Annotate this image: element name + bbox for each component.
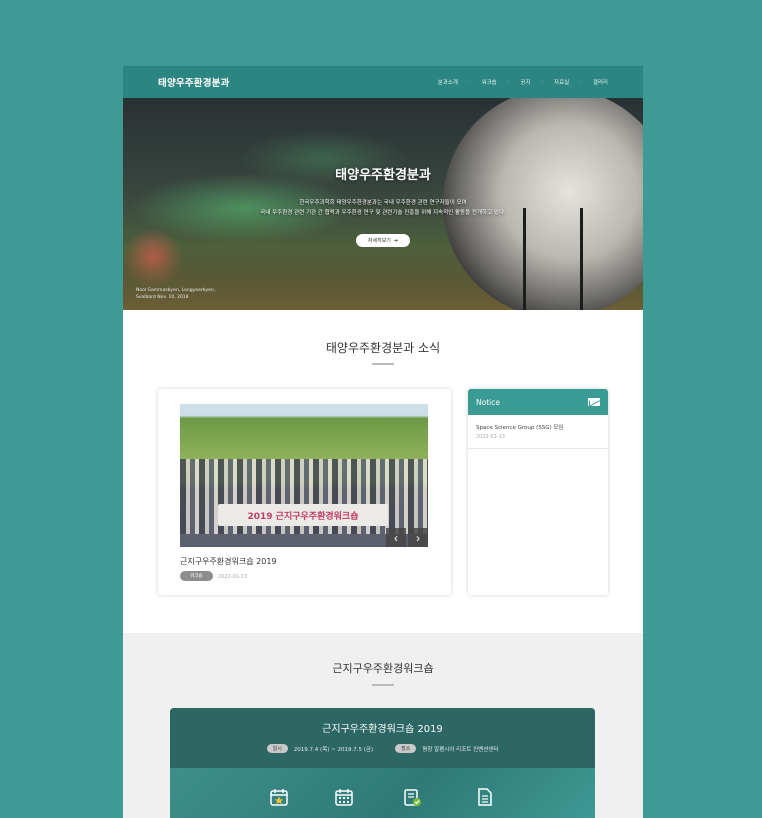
calendar-grid-icon[interactable] [334,787,354,807]
news-date: 2022-01-13 [218,574,248,580]
notice-header: Notice [468,389,608,415]
prev-slide-button[interactable]: ‹ [386,528,406,547]
nav-item-workshop[interactable]: 워크숍 [482,78,497,86]
top-bar: 태양우주환경분과 분과소개 · 워크숍 · 공지 · 자료실 · 갤러리 [123,66,643,98]
page: 태양우주환경분과 분과소개 · 워크숍 · 공지 · 자료실 · 갤러리 태양우… [123,66,643,818]
hero-description: 한국우주과학회 태양우주환경분과는 국내 우주환경 관련 연구자들이 모여 국내… [260,200,506,216]
photo-banner: 2019 근지구우주환경워크숍 [218,504,388,526]
workshop-section: 근지구우주환경워크숍 근지구우주환경워크숍 2019 일시 2019.7.4 (… [123,633,643,818]
news-item-title[interactable]: 근지구우주환경워크숍 2019 [180,556,277,567]
nav-item-about[interactable]: 분과소개 [438,78,458,86]
workshop-info: 일시 2019.7.4 (목) ~ 2019.7.5 (금) 장소 평창 알펜시… [170,744,595,753]
nav-item-gallery[interactable]: 갤러리 [593,78,608,86]
checklist-icon[interactable] [402,787,422,807]
workshop-card: 근지구우주환경워크숍 2019 일시 2019.7.4 (목) ~ 2019.7… [170,708,595,818]
title-underline [372,684,394,686]
place-label: 장소 [395,744,417,753]
news-card[interactable]: 2019 근지구우주환경워크숍 ‹ › 근지구우주환경워크숍 2019 워크숍 … [158,389,451,595]
category-tag: 워크숍 [180,571,213,581]
date-label: 일시 [266,744,288,753]
nav-item-notice[interactable]: 공지 [520,78,530,86]
mail-icon[interactable] [588,398,600,406]
document-icon[interactable] [475,787,495,807]
hero-title: 태양우주환경분과 [335,168,431,183]
hero-banner: 태양우주환경분과 한국우주과학회 태양우주환경분과는 국내 우주환경 관련 연구… [123,98,643,310]
news-section-title: 태양우주환경분과 소식 [325,341,441,355]
news-photo[interactable]: 2019 근지구우주환경워크숍 ‹ › [180,404,428,547]
nav-item-archive[interactable]: 자료실 [554,78,569,86]
main-nav: 분과소개 · 워크숍 · 공지 · 자료실 · 갤러리 [437,78,608,86]
next-slide-button[interactable]: › [408,528,428,547]
site-logo[interactable]: 태양우주환경분과 [158,75,230,89]
title-underline [372,363,394,365]
photo-caption: Nool Gammasbyen, Longyearbyen, Svalbard … [136,288,216,300]
workshop-card-title: 근지구우주환경워크숍 2019 [322,724,443,735]
workshop-section-title: 근지구우주환경워크숍 [332,662,434,675]
calendar-star-icon[interactable] [269,787,289,807]
arrow-right-icon: ➔ [393,237,399,244]
notice-item[interactable]: Space Science Group (SSG) 모임 2022-01-13 [476,423,563,440]
more-button[interactable]: 자세히보기 ➔ [356,234,410,247]
notice-card: Notice Space Science Group (SSG) 모임 2022… [468,389,608,595]
